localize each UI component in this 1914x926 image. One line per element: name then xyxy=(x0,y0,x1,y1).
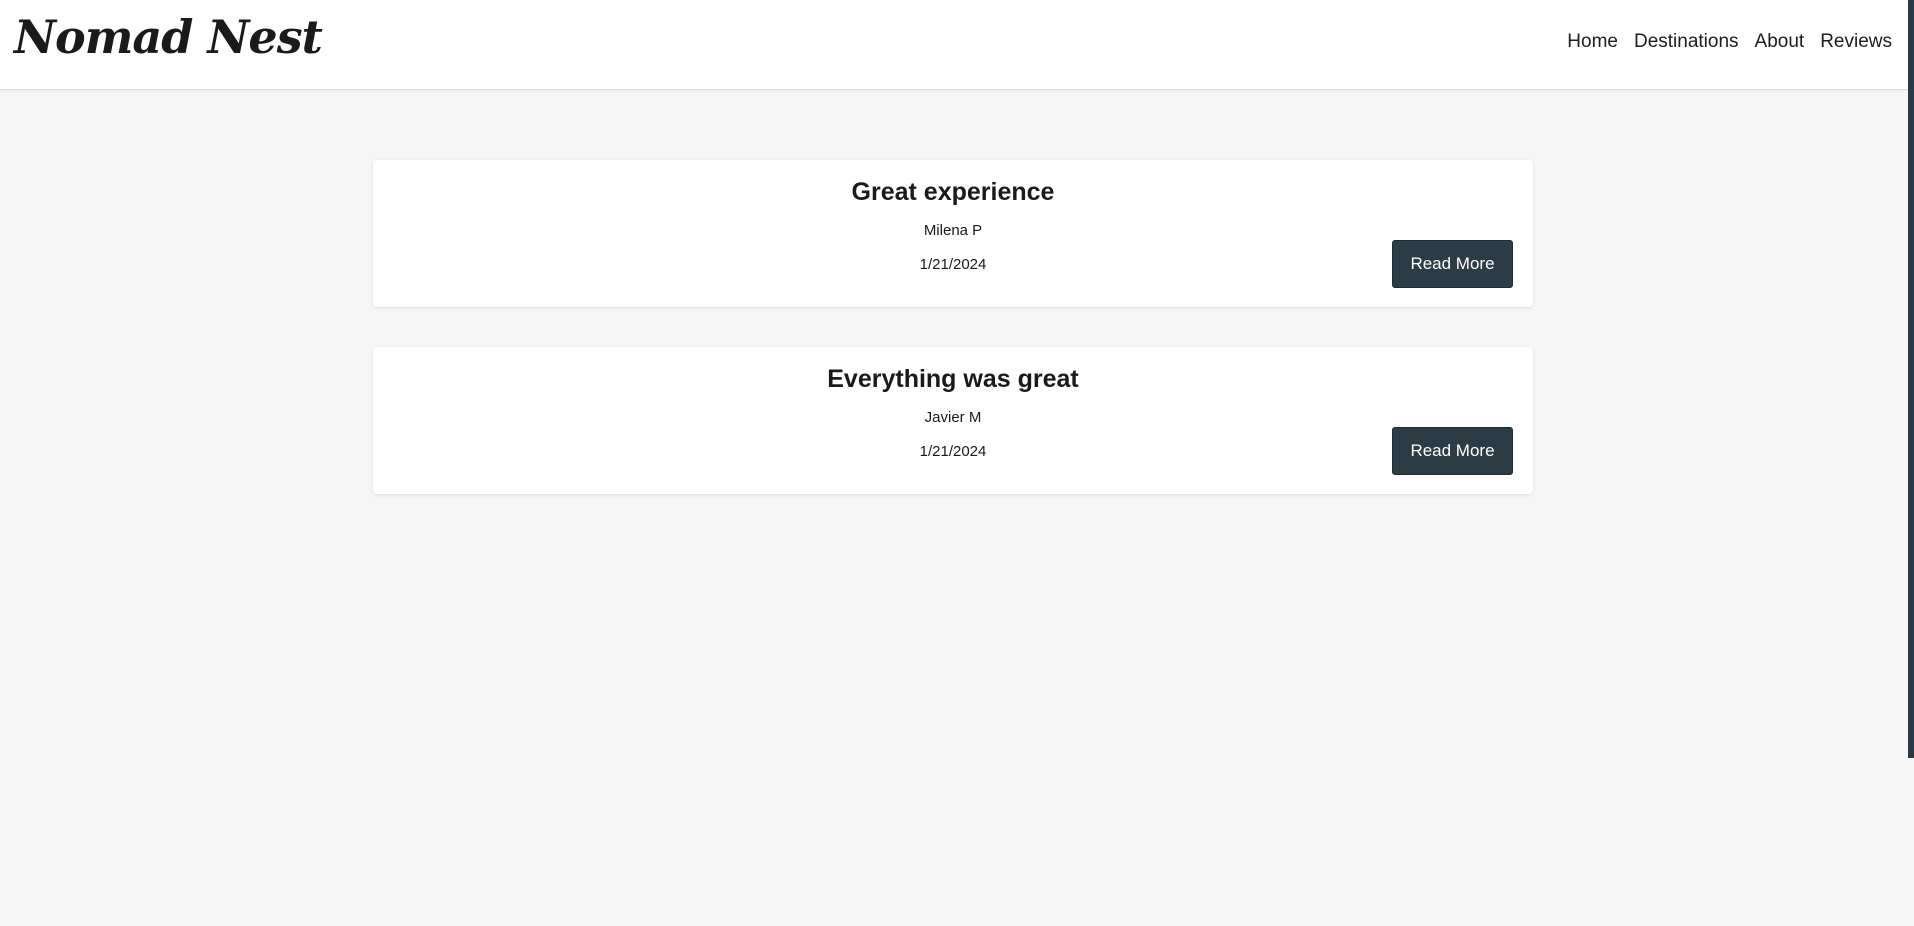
nav-link-reviews[interactable]: Reviews xyxy=(1820,31,1892,53)
nav-link-home[interactable]: Home xyxy=(1567,31,1618,53)
review-date: 1/21/2024 xyxy=(919,443,987,460)
review-card: Great experience Milena P 1/21/2024 Read… xyxy=(373,160,1533,307)
review-date: 1/21/2024 xyxy=(919,256,987,273)
vertical-scrollbar[interactable] xyxy=(1908,0,1914,926)
review-title: Great experience xyxy=(851,178,1055,206)
nav-link-destinations[interactable]: Destinations xyxy=(1634,31,1739,53)
scrollbar-thumb[interactable] xyxy=(1908,0,1914,758)
review-author: Milena P xyxy=(923,222,983,239)
read-more-button[interactable]: Read More xyxy=(1392,427,1513,475)
brand-logo[interactable]: Nomad Nest xyxy=(14,10,323,64)
review-author: Javier M xyxy=(924,409,982,426)
page: Nomad Nest Home Destinations About Revie… xyxy=(0,0,1914,926)
reviews-list: Great experience Milena P 1/21/2024 Read… xyxy=(373,160,1533,534)
main-nav: Home Destinations About Reviews xyxy=(1567,31,1892,53)
nav-link-about[interactable]: About xyxy=(1755,31,1805,53)
top-navbar: Nomad Nest Home Destinations About Revie… xyxy=(0,0,1908,90)
review-card: Everything was great Javier M 1/21/2024 … xyxy=(373,347,1533,494)
read-more-button[interactable]: Read More xyxy=(1392,240,1513,288)
review-title: Everything was great xyxy=(827,365,1079,393)
